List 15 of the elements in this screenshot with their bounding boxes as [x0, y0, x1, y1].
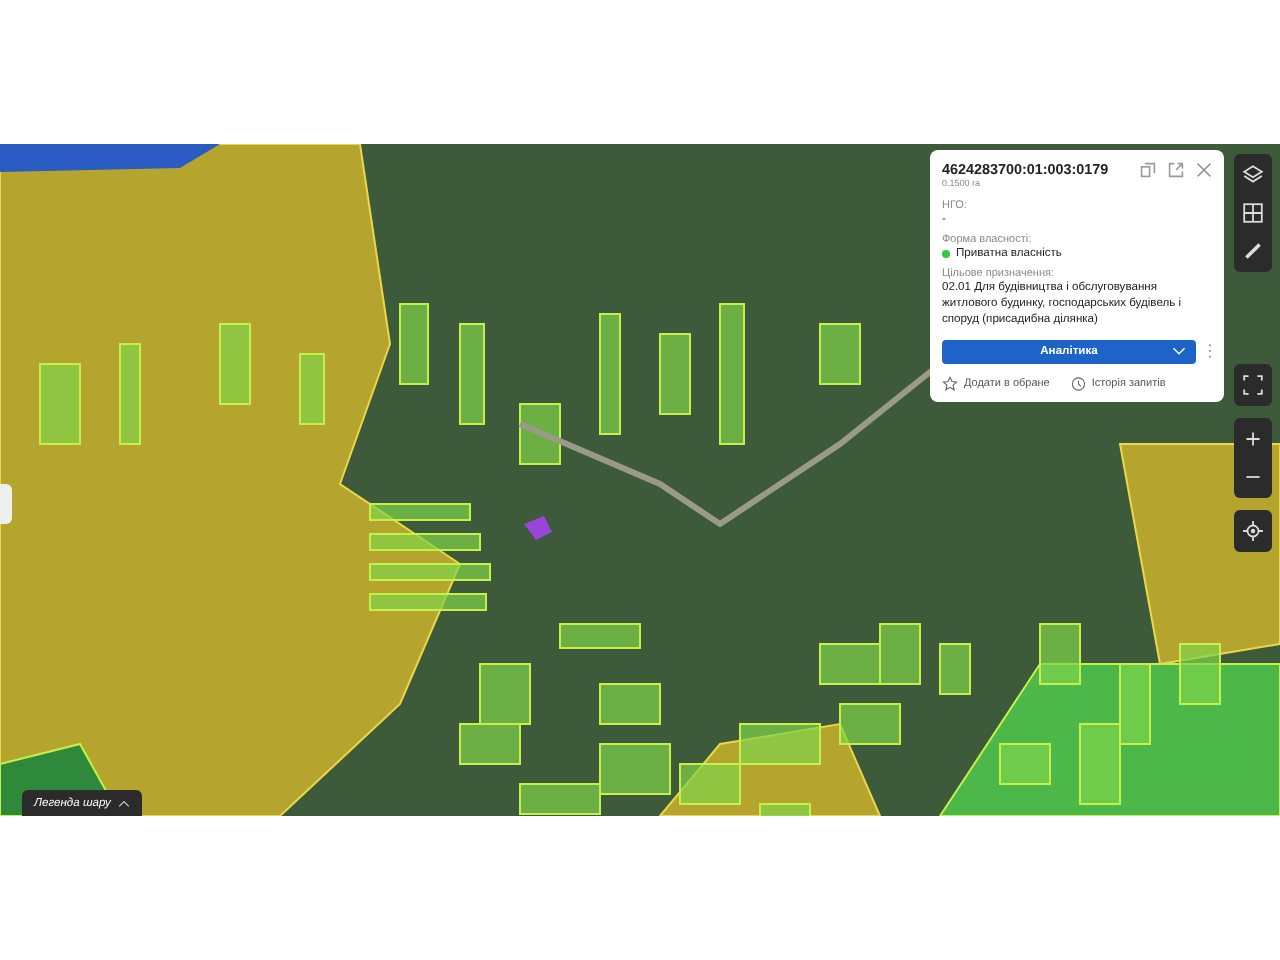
locate-icon[interactable]: [1242, 520, 1264, 542]
side-panel-handle[interactable]: [0, 484, 12, 524]
chevron-up-icon: [118, 799, 131, 807]
close-icon[interactable]: [1196, 161, 1212, 177]
status-dot-icon: [942, 250, 950, 259]
external-link-icon[interactable]: [1168, 161, 1184, 177]
zoom-in-icon[interactable]: [1242, 428, 1264, 450]
fullscreen-icon[interactable]: [1242, 374, 1264, 396]
layers-icon[interactable]: [1242, 164, 1264, 186]
copy-icon[interactable]: [1140, 161, 1156, 177]
ruler-icon[interactable]: [1242, 240, 1264, 262]
star-icon: [942, 375, 958, 392]
history-icon: [1069, 375, 1086, 392]
chevron-down-icon: [1172, 346, 1186, 357]
map-grid-icon[interactable]: [1242, 202, 1264, 224]
